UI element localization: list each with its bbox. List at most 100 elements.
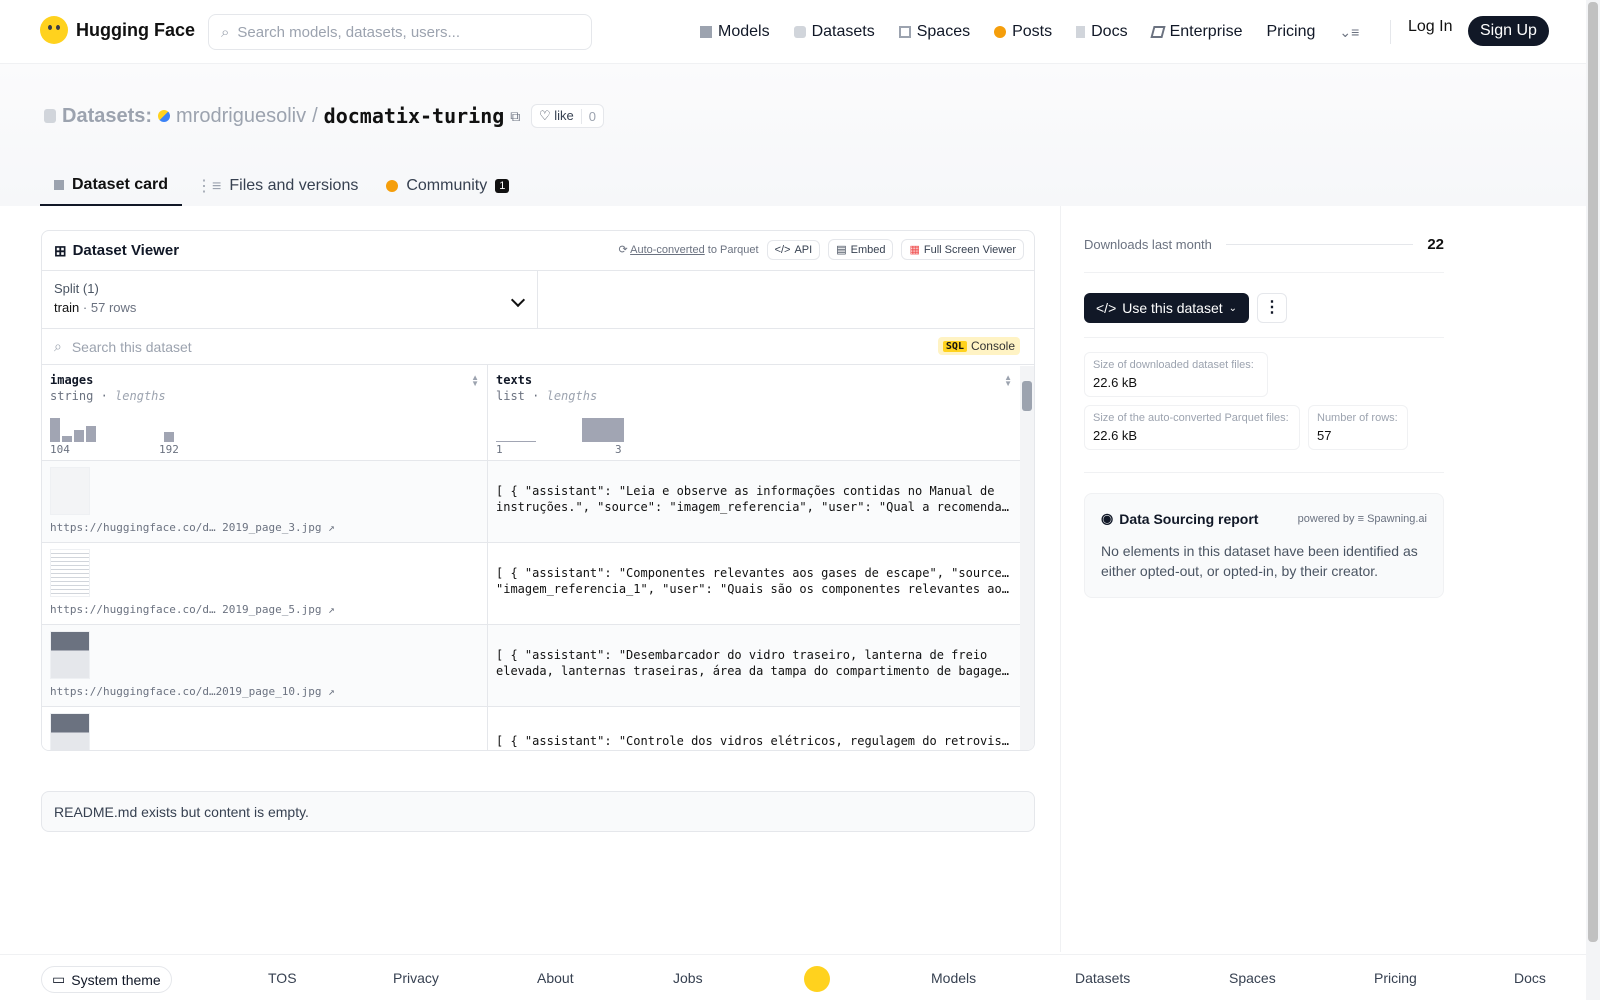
table-scrollbar-thumb[interactable]: [1022, 381, 1032, 411]
spaces-icon: [898, 26, 911, 38]
tab-dataset-card[interactable]: Dataset card: [40, 166, 183, 206]
use-dataset-button[interactable]: </> Use this dataset ⌄: [1084, 293, 1250, 323]
footer-link-spaces[interactable]: Spaces: [1229, 970, 1276, 986]
image-url-link[interactable]: https://huggingface.co/d… 2019_page_3.jp…: [50, 521, 335, 534]
table-row[interactable]: https://huggingface.co/d… 2019_page_5.jp…: [42, 543, 1034, 625]
data-sourcing-report: ◉ Data Sourcing report powered by ≡ Spawni…: [1084, 493, 1444, 598]
footer-link-pricing[interactable]: Pricing: [1374, 970, 1417, 986]
table-scrollbar[interactable]: [1020, 366, 1034, 750]
tab-label: Dataset card: [72, 176, 169, 193]
dataset-name[interactable]: docmatix-turing: [324, 104, 505, 128]
footer-link-privacy[interactable]: Privacy: [393, 970, 439, 986]
nav-docs[interactable]: Docs: [1076, 23, 1128, 41]
spiral-icon: ◉: [1101, 510, 1114, 526]
table-row[interactable]: [ { "assistant": "Controle dos vidros el…: [42, 707, 1034, 750]
api-button[interactable]: </> API: [766, 239, 821, 260]
histogram-bar[interactable]: [582, 418, 624, 442]
sql-console-button[interactable]: SQL Console: [937, 337, 1020, 355]
image-thumbnail[interactable]: [50, 467, 90, 515]
histogram-bar[interactable]: [62, 436, 72, 442]
image-thumbnail[interactable]: [50, 549, 90, 597]
signup-button[interactable]: Sign Up: [1468, 16, 1549, 46]
tab-label: Files and versions: [229, 177, 359, 194]
more-menu-icon[interactable]: ⌄≡: [1339, 24, 1359, 41]
column-type: string · lengths: [50, 389, 166, 403]
histogram-bar[interactable]: [164, 432, 174, 442]
api-label: API: [794, 243, 813, 256]
histogram-bar[interactable]: [74, 430, 84, 442]
global-search-input[interactable]: ⌕ Search models, datasets, users...: [208, 14, 592, 50]
column-texts[interactable]: texts list · lengths ▲ ▼ 1 3: [488, 365, 1020, 460]
auto-converted-link[interactable]: Auto-converted: [630, 244, 705, 256]
fullscreen-icon: ▦: [909, 244, 920, 256]
footer-link-datasets[interactable]: Datasets: [1075, 970, 1130, 986]
dataset-card-icon: [54, 180, 64, 190]
sql-badge: SQL: [942, 340, 967, 352]
footer-logo-icon[interactable]: [804, 966, 830, 992]
chevron-down-icon: ⌄: [1228, 302, 1238, 314]
search-icon: ⌕: [54, 338, 62, 354]
column-stat: lengths: [546, 389, 598, 403]
tab-files[interactable]: ⋮≡ Files and versions: [182, 166, 372, 206]
footer-link-docs[interactable]: Docs: [1514, 970, 1546, 986]
histogram-min: 104: [50, 443, 70, 456]
nav-models[interactable]: Models: [700, 23, 770, 41]
histogram-bar[interactable]: [86, 426, 96, 442]
column-images[interactable]: images string · lengths ▲ ▼ 104 192: [42, 365, 488, 460]
histogram-bar[interactable]: [496, 441, 536, 442]
hugging-face-logo-icon: [40, 16, 68, 44]
copy-icon[interactable]: ⧉: [510, 108, 520, 125]
footer-link-jobs[interactable]: Jobs: [673, 970, 703, 986]
image-url-link[interactable]: https://huggingface.co/d… 2019_page_5.jp…: [50, 603, 335, 616]
stat-downloaded-size: Size of downloaded dataset files: 22.6 kB: [1084, 352, 1268, 397]
viewer-title-text: Dataset Viewer: [72, 242, 180, 259]
theme-toggle[interactable]: ▭ System theme: [41, 966, 172, 993]
datasets-icon: [793, 26, 806, 38]
fullscreen-button[interactable]: ▦ Full Screen Viewer: [901, 239, 1024, 260]
logo[interactable]: Hugging Face: [40, 16, 195, 44]
top-navbar: Hugging Face ⌕ Search models, datasets, u…: [0, 0, 1586, 64]
stat-parquet-size: Size of the auto-converted Parquet files…: [1084, 405, 1300, 450]
split-dropdown[interactable]: Split (1) train · 57 rows: [42, 271, 538, 328]
downloads-row: Downloads last month 22: [1084, 230, 1444, 258]
nav-datasets[interactable]: Datasets: [793, 23, 875, 41]
owner-link[interactable]: mrodriguesoliv: [176, 105, 306, 128]
cell-text: [ { "assistant": "Componentes relevantes…: [496, 566, 1012, 580]
histogram-bar[interactable]: [50, 418, 60, 442]
like-count: 0: [580, 108, 603, 124]
table-row[interactable]: https://huggingface.co/d… 2019_page_3.jp…: [42, 461, 1034, 543]
image-thumbnail[interactable]: [50, 631, 90, 679]
split-label: Split (1): [54, 281, 99, 296]
page-scrollbar-thumb[interactable]: [1588, 2, 1598, 942]
embed-button[interactable]: ▤ Embed: [828, 239, 894, 260]
cell-text: [ { "assistant": "Controle dos vidros el…: [496, 734, 1012, 748]
divider: [1084, 272, 1444, 273]
powered-by: powered by ≡ Spawning.ai: [1298, 513, 1427, 525]
nav-posts[interactable]: Posts: [994, 23, 1052, 41]
sidebar-divider: [1060, 206, 1061, 952]
footer-link-models[interactable]: Models: [931, 970, 976, 986]
sort-icon[interactable]: ▲ ▼: [1004, 374, 1012, 388]
stat-rows: Number of rows: 57: [1308, 405, 1408, 450]
more-options-button[interactable]: ⋮: [1257, 293, 1288, 323]
nav-spaces[interactable]: Spaces: [898, 23, 971, 41]
column-type: list · lengths: [496, 389, 598, 403]
like-button[interactable]: ♡ like 0: [531, 104, 605, 128]
footer-link-tos[interactable]: TOS: [268, 970, 297, 986]
tab-community[interactable]: Community 1: [372, 166, 523, 206]
image-url-link[interactable]: https://huggingface.co/d…2019_page_10.jp…: [50, 685, 335, 698]
column-name: texts: [496, 373, 533, 387]
image-thumbnail[interactable]: [50, 713, 90, 750]
nav-enterprise[interactable]: Enterprise: [1149, 23, 1242, 41]
sort-icon[interactable]: ▲ ▼: [471, 374, 479, 388]
stat-label: Number of rows:: [1317, 412, 1398, 424]
spawning-link[interactable]: Spawning.ai: [1367, 513, 1427, 525]
footer-link-about[interactable]: About: [537, 970, 574, 986]
histogram-max: 3: [615, 443, 622, 456]
heart-icon: ♡ like: [539, 108, 574, 123]
dataset-search-input[interactable]: ⌕ Search this dataset SQL Console: [42, 329, 1034, 365]
login-button[interactable]: Log In: [1408, 18, 1452, 36]
nav-pricing[interactable]: Pricing: [1266, 23, 1315, 41]
nav-label: Spaces: [916, 23, 971, 40]
table-row[interactable]: https://huggingface.co/d…2019_page_10.jp…: [42, 625, 1034, 707]
